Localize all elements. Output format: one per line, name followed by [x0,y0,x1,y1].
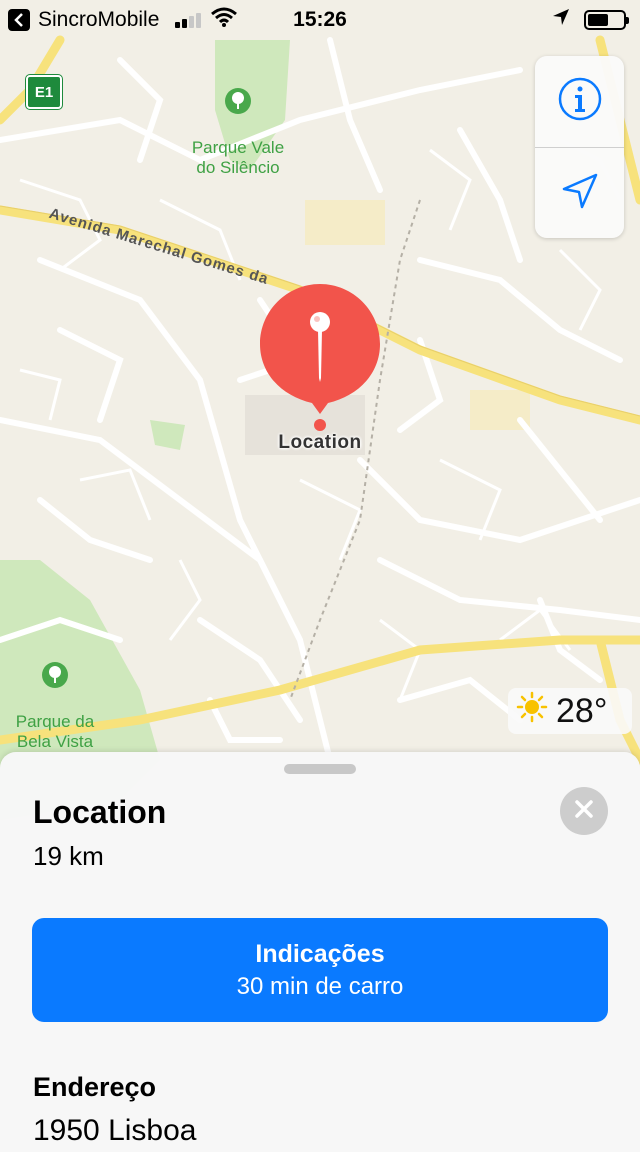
track-location-button[interactable] [535,148,624,239]
park-label-bela-vista[interactable]: Parque da Bela Vista [0,642,112,752]
directions-label: Indicações [255,940,385,968]
back-app-label: SincroMobile [38,8,160,31]
location-arrow-icon [560,171,600,216]
info-icon [557,76,603,127]
close-icon [574,799,594,824]
wifi-icon [211,7,238,33]
sheet-grabber[interactable] [284,764,356,774]
status-bar: SincroMobile 15:26 [0,0,640,40]
battery-icon [584,10,629,30]
park-name: Parque Vale do Silêncio [191,138,285,177]
close-button[interactable] [560,787,608,835]
tree-icon [225,88,251,114]
directions-button[interactable]: Indicações 30 min de carro [32,918,608,1022]
tree-icon [42,662,68,688]
address-value[interactable]: 1950 Lisboa [33,1114,196,1148]
back-to-app-button[interactable]: SincroMobile [8,8,159,32]
sun-icon [516,691,548,732]
park-name: Parque da Bela Vista [15,712,95,751]
highway-shield: E1 [26,75,62,109]
location-services-icon [552,8,570,32]
park-label-vale-silencio[interactable]: Parque Vale do Silêncio [168,68,308,178]
cellular-signal-icon [175,12,203,28]
address-heading: Endereço [33,1072,157,1102]
place-distance: 19 km [33,841,104,871]
map-controls [535,56,624,238]
location-pin[interactable] [260,284,380,434]
temperature: 28° [556,691,608,730]
directions-sublabel: 30 min de carro [236,973,404,1000]
place-card: Location 19 km Indicações 30 min de carr… [0,752,640,1152]
back-chevron-icon [8,9,30,31]
info-button[interactable] [535,56,624,147]
place-title: Location [33,794,167,830]
weather-badge: 28° [508,688,632,734]
pin-label: Location [278,432,362,453]
